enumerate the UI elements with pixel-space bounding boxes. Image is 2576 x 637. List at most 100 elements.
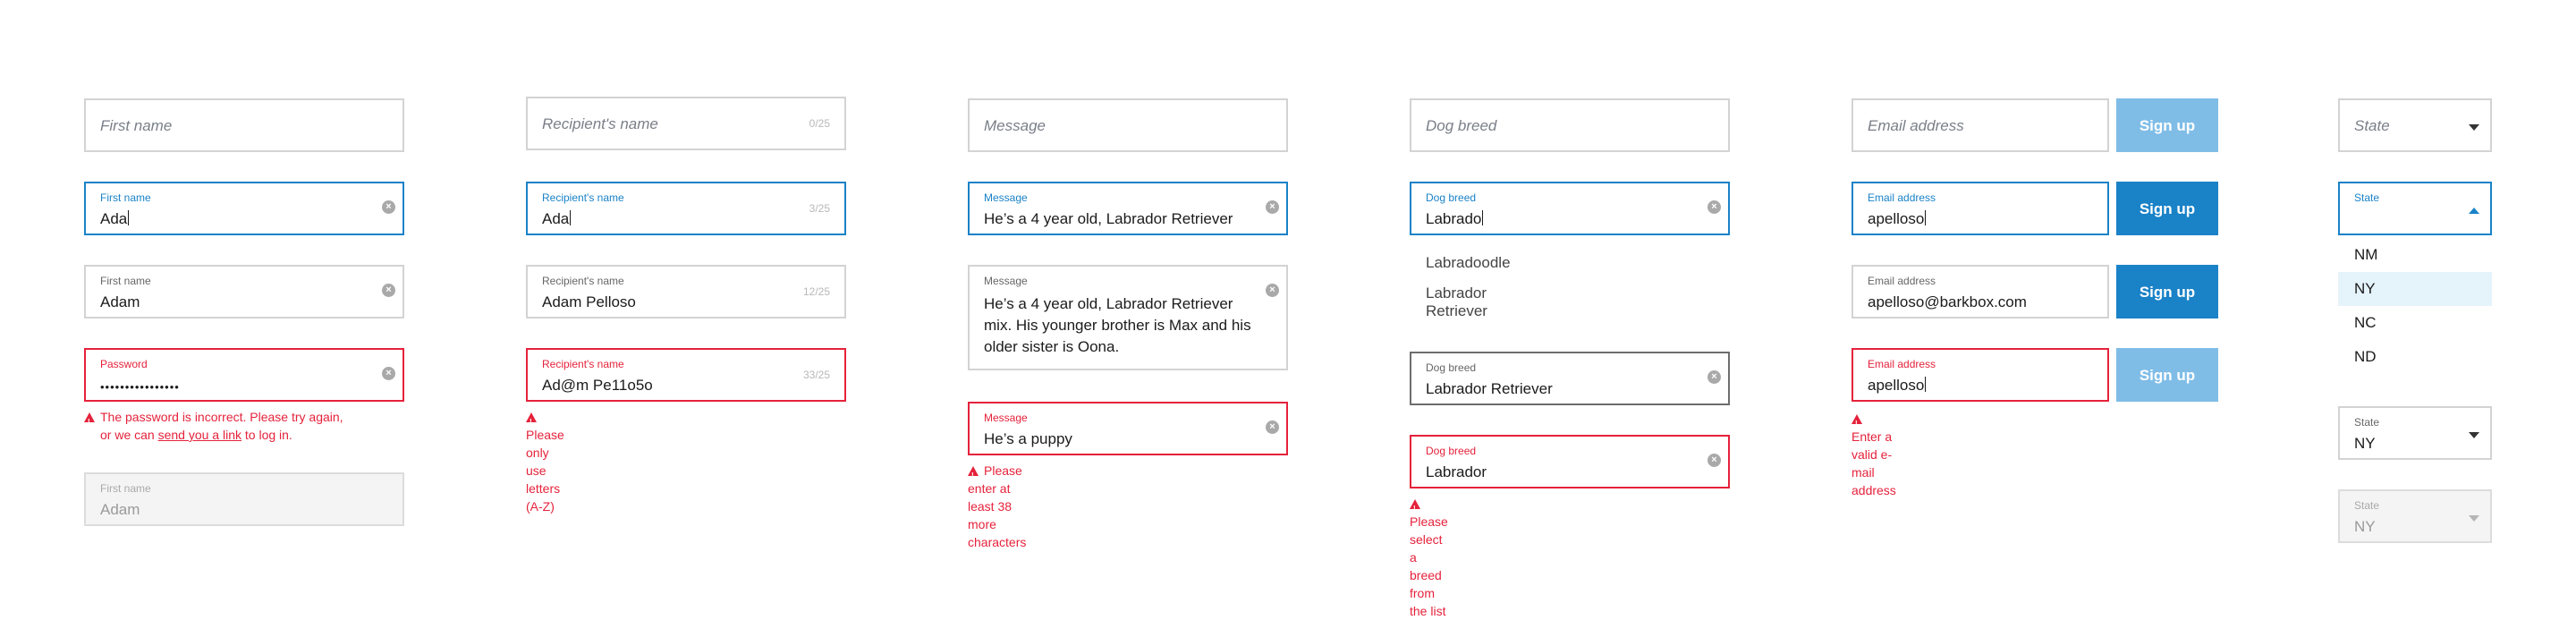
field-value: Adam Pelloso [542,293,636,310]
field-value: Ada [100,210,130,227]
email-error-message: Enter a valid e-mail address [1852,410,1896,499]
field-value: apelloso [1868,377,1927,394]
chevron-down-icon [2469,515,2479,522]
suggestion-item[interactable]: Labradoodle [1426,254,1511,272]
clear-icon[interactable]: × [1266,200,1279,214]
state-select-disabled: State NY [2338,489,2492,543]
char-counter: 3/25 [809,202,830,215]
first-name-field-empty[interactable]: First name [84,98,404,152]
sign-up-button[interactable]: Sign up [2116,182,2218,235]
clear-icon[interactable]: × [382,284,395,297]
field-value: apelloso@barkbox.com [1868,293,2027,310]
chevron-up-icon [2469,208,2479,214]
field-value: He’s a 4 year old, Labrador Retriever [984,210,1233,227]
password-error-message: The password is incorrect. Please try ag… [84,408,424,444]
clear-icon[interactable]: × [382,367,395,380]
field-value: Ada [542,210,572,227]
suggestion-item[interactable]: Labrador Retriever [1426,285,1487,320]
placeholder: Dog breed [1426,117,1497,134]
field-label: Email address [1868,191,1936,204]
field-label: Dog breed [1426,445,1477,457]
clear-icon[interactable]: × [1707,454,1721,467]
warning-icon [968,466,979,485]
field-value: Ad@m Pe11o5o [542,377,653,394]
dog-breed-field-error[interactable]: Dog breed Labrador × [1410,435,1730,488]
recipient-field-error[interactable]: Recipient's name Ad@m Pe11o5o 33/25 [526,348,846,402]
field-label: Dog breed [1426,191,1477,204]
field-label: Message [984,191,1028,204]
field-label: Message [984,412,1028,424]
recipient-field-filled[interactable]: Recipient's name Adam Pelloso 12/25 [526,265,846,318]
first-name-field-filled[interactable]: First name Adam × [84,265,404,318]
field-label: State [2354,416,2380,429]
placeholder: Email address [1868,117,1964,134]
placeholder: Message [984,117,1046,134]
field-value: He’s a 4 year old, Labrador Retriever mi… [984,295,1251,355]
state-select-filled[interactable]: State NY [2338,406,2492,460]
warning-icon [1852,414,1862,433]
field-label: State [2354,499,2380,512]
field-label: Recipient's name [542,275,624,287]
state-option[interactable]: ND [2338,340,2492,374]
field-label: Password [100,358,148,370]
sign-up-button[interactable]: Sign up [2116,265,2218,318]
field-label: State [2354,191,2380,204]
warning-icon [84,412,95,431]
message-field-empty[interactable]: Message [968,98,1288,152]
field-label: Dog breed [1426,361,1477,374]
email-field-empty[interactable]: Email address [1852,98,2109,152]
dog-breed-field-empty[interactable]: Dog breed [1410,98,1730,152]
char-counter: 0/25 [809,117,830,130]
field-value: apelloso [1868,210,1927,227]
field-value: Labrado [1426,210,1484,227]
state-select-empty[interactable]: State [2338,98,2492,152]
field-value: Adam [100,293,140,310]
field-label: First name [100,191,151,204]
char-counter: 12/25 [802,285,830,298]
dog-breed-field-focused[interactable]: Dog breed Labrado × [1410,182,1730,235]
message-field-filled[interactable]: Message He’s a 4 year old, Labrador Retr… [968,265,1288,370]
dog-breed-error-message: Please select a breed from the list [1410,495,1448,620]
chevron-down-icon [2469,124,2479,131]
field-value: •••••••••••••••• [100,380,180,394]
recipient-field-empty[interactable]: Recipient's name 0/25 [526,97,846,150]
clear-icon[interactable]: × [382,200,395,214]
field-label: Recipient's name [542,191,624,204]
email-field-focused[interactable]: Email address apelloso [1852,182,2109,235]
field-value: Labrador Retriever [1426,380,1553,397]
email-field-filled[interactable]: Email address apelloso@barkbox.com [1852,265,2109,318]
send-link[interactable]: send you a link [158,428,242,442]
password-field-error[interactable]: Password •••••••••••••••• × [84,348,404,402]
state-option-highlighted[interactable]: NY [2338,272,2492,306]
field-label: Recipient's name [542,358,624,370]
field-value: Adam [100,501,140,518]
state-select-open[interactable]: State [2338,182,2492,235]
message-error-message: Please enter at least 38 more characters [968,462,1026,551]
field-label: First name [100,482,151,495]
clear-icon[interactable]: × [1266,284,1279,297]
placeholder: Recipient's name [542,115,658,132]
char-counter: 33/25 [802,369,830,381]
sign-up-button-disabled[interactable]: Sign up [2116,348,2218,402]
recipient-error-message: Please only use letters (A-Z) [526,408,564,515]
warning-icon [1410,499,1420,518]
state-option[interactable]: NC [2338,306,2492,340]
message-field-error[interactable]: Message He’s a puppy × [968,402,1288,455]
first-name-field-disabled: First name Adam [84,472,404,526]
placeholder: First name [100,117,173,134]
sign-up-button-disabled[interactable]: Sign up [2116,98,2218,152]
email-field-error[interactable]: Email address apelloso [1852,348,2109,402]
placeholder: State [2354,117,2390,134]
recipient-field-focused[interactable]: Recipient's name Ada 3/25 [526,182,846,235]
clear-icon[interactable]: × [1266,420,1279,434]
message-field-focused[interactable]: Message He’s a 4 year old, Labrador Retr… [968,182,1288,235]
first-name-field-focused[interactable]: First name Ada × [84,182,404,235]
dog-breed-field-filled[interactable]: Dog breed Labrador Retriever × [1410,352,1730,405]
clear-icon[interactable]: × [1707,200,1721,214]
field-label: First name [100,275,151,287]
field-value: NY [2354,435,2376,452]
state-option[interactable]: NM [2338,238,2492,272]
field-value: Labrador [1426,463,1487,480]
field-label: Email address [1868,275,1936,287]
clear-icon[interactable]: × [1707,370,1721,384]
